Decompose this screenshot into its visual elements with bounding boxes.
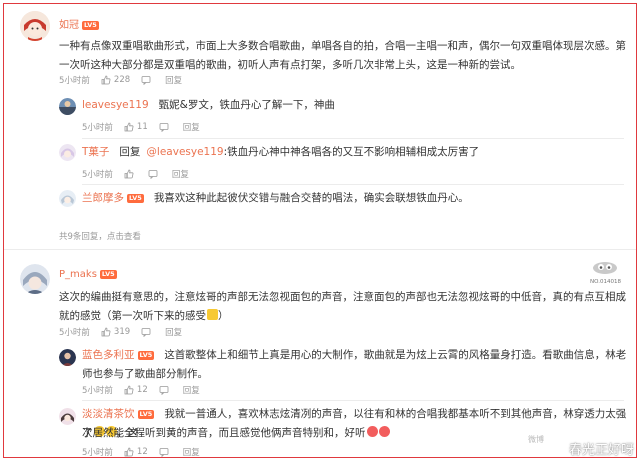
reply-username[interactable]: leavesye119: [82, 99, 149, 111]
avatar[interactable]: [59, 349, 76, 366]
reply-body-line2: 次居然能全程听到黄的声音，而且感觉他俩声音特别和，好听: [82, 427, 366, 439]
heart-eyes-emoji-icon: [378, 426, 390, 437]
reply-meta: 5小时前 回复: [82, 168, 200, 180]
avatar[interactable]: [20, 264, 50, 294]
like-button[interactable]: 228: [101, 75, 130, 85]
avatar[interactable]: [59, 98, 76, 115]
timestamp: 5小时前: [82, 170, 113, 180]
reply-body: 我喜欢这种此起彼伏交错与融合交替的唱法，确实会联想铁血丹心。: [153, 192, 469, 204]
username-text[interactable]: P_maks: [59, 269, 97, 280]
view-more-replies-link[interactable]: 共9条回复，点击查看: [59, 230, 141, 242]
like-button[interactable]: 12: [124, 447, 148, 457]
timestamp: 5小时前: [59, 76, 90, 86]
reply-divider: [82, 138, 624, 139]
reply-body: 甄妮&罗文，铁血丹心了解一下，神曲: [158, 99, 335, 111]
thread-divider: [4, 249, 636, 250]
watermark: 春光正好呀: [568, 443, 634, 458]
like-button[interactable]: [124, 169, 137, 179]
comment-icon-button[interactable]: [141, 75, 154, 85]
comment-text: 一种有点像双重唱歌曲形式，市面上大多数合唱歌曲，单唱各自的拍，合唱一主唱一和声，…: [59, 40, 626, 71]
timestamp: 5小时前: [59, 328, 90, 338]
comments-screenshot-frame: 如冠 LV5 一种有点像双重唱歌曲形式，市面上大多数合唱歌曲，单唱各自的拍，合唱一…: [3, 3, 637, 458]
like-button[interactable]: 11: [124, 122, 148, 132]
reply-button[interactable]: 回复: [172, 168, 189, 180]
comment-icon: [148, 170, 158, 179]
reply-divider: [82, 400, 624, 401]
avatar[interactable]: [59, 144, 76, 161]
thumbs-up-icon: [101, 75, 111, 85]
medal-number: NO.014018: [590, 279, 621, 285]
reply-text: 蓝色多利亚 LV5 这首歌整体上和细节上真是用心的大制作，歌曲就是为炫上云霄的风格量…: [82, 346, 627, 384]
timestamp: 5小时前: [82, 386, 113, 396]
reply-meta: 5小时前 11 回复: [82, 121, 211, 133]
username-text[interactable]: 如冠: [59, 20, 79, 31]
reply-text: 兰郎摩多 LV5 我喜欢这种此起彼伏交错与融合交替的唱法，确实会联想铁血丹心。: [82, 189, 469, 208]
reply-text-line2: 次居然能全程听到黄的声音，而且感觉他俩声音特别和，好听: [82, 424, 632, 443]
comment-icon-button[interactable]: [159, 447, 172, 457]
level-badge: LV5: [137, 351, 155, 360]
thumbs-up-icon: [124, 122, 134, 132]
comment-icon-button[interactable]: [148, 169, 161, 179]
reply-username[interactable]: 淡淡清茶饮 LV5: [82, 408, 155, 420]
thumbs-up-icon: [101, 327, 111, 337]
level-badge: LV5: [127, 194, 144, 203]
fan-medal-badge[interactable]: NO.014018: [590, 260, 621, 285]
comment-meta: 5小时前 319 回复: [59, 326, 193, 338]
comment-icon-button[interactable]: [159, 385, 172, 395]
like-count: 319: [113, 327, 131, 337]
reply-meta: 5小时前 12 回复: [82, 446, 211, 458]
reply-button[interactable]: 回复: [183, 121, 200, 133]
avatar[interactable]: [59, 408, 76, 425]
reply-username[interactable]: T菓子: [82, 146, 109, 158]
timestamp: 5小时前: [82, 448, 113, 458]
smirk-emoji-icon: [207, 309, 218, 320]
comment-icon: [141, 76, 151, 85]
reply-username-text[interactable]: 蓝色多利亚: [82, 349, 135, 361]
watermark-platform: 微博: [528, 435, 544, 444]
like-count: 12: [136, 447, 148, 457]
comment-icon-button[interactable]: [159, 122, 172, 132]
mention-link[interactable]: @leavesye119: [146, 146, 223, 158]
avatar[interactable]: [20, 11, 50, 41]
reply-body: 这首歌整体上和细节上真是用心的大制作，歌曲就是为炫上云霄的风格量身打造。看歌曲信…: [82, 349, 627, 380]
reply-prefix: 回复: [119, 146, 141, 158]
username[interactable]: 如冠 LV5: [59, 16, 99, 31]
like-button[interactable]: 319: [101, 327, 130, 337]
comment-icon: [141, 328, 151, 337]
level-badge: LV5: [99, 270, 117, 279]
reply-username[interactable]: 蓝色多利亚 LV5: [82, 349, 155, 361]
avatar[interactable]: [59, 190, 76, 207]
reply-button[interactable]: 回复: [183, 384, 200, 396]
comment-icon: [159, 386, 169, 395]
reply-text: leavesye119 甄妮&罗文，铁血丹心了解一下，神曲: [82, 96, 335, 115]
reply-button[interactable]: 回复: [165, 74, 182, 86]
thumbs-up-icon: [124, 447, 134, 457]
comment-body: 这次的编曲挺有意思的，注意炫哥的声部无法忽视面包的声音，注意面包的声部也无法忽视…: [59, 291, 626, 322]
like-count: 12: [136, 385, 148, 395]
thumbs-up-icon: [124, 385, 134, 395]
reply-username[interactable]: 兰郎摩多 LV5: [82, 192, 144, 204]
reply-body: :铁血丹心神中神各唱各的又互不影响相辅相成太厉害了: [223, 146, 480, 158]
reply-meta: 5小时前 12 回复: [82, 384, 211, 396]
comment-icon-button[interactable]: [141, 327, 154, 337]
reply-text: T菓子 回复 @leavesye119:铁血丹心神中神各唱各的又互不影响相辅相成太厉…: [82, 143, 479, 162]
reply-username-text[interactable]: 兰郎摩多: [82, 192, 124, 204]
like-button[interactable]: 12: [124, 385, 148, 395]
level-badge: LV5: [82, 21, 99, 30]
comment-icon: [159, 123, 169, 132]
level-badge: LV5: [137, 410, 155, 419]
username[interactable]: P_maks LV5: [59, 269, 117, 280]
comment-icon: [159, 448, 169, 457]
like-count: 11: [136, 122, 148, 132]
heart-eyes-emoji-icon: [366, 426, 378, 437]
reply-divider: [82, 184, 624, 185]
timestamp: 5小时前: [82, 123, 113, 133]
like-count: 228: [113, 75, 131, 85]
reply-button[interactable]: 回复: [183, 446, 200, 457]
reply-button[interactable]: 回复: [165, 326, 182, 338]
comment-text: 这次的编曲挺有意思的，注意炫哥的声部无法忽视面包的声音，注意面包的声部也无法忽视…: [59, 291, 626, 322]
reply-username-text[interactable]: 淡淡清茶饮: [82, 408, 135, 420]
thumbs-up-icon: [124, 169, 134, 179]
comment-meta: 5小时前 228 回复: [59, 74, 193, 86]
